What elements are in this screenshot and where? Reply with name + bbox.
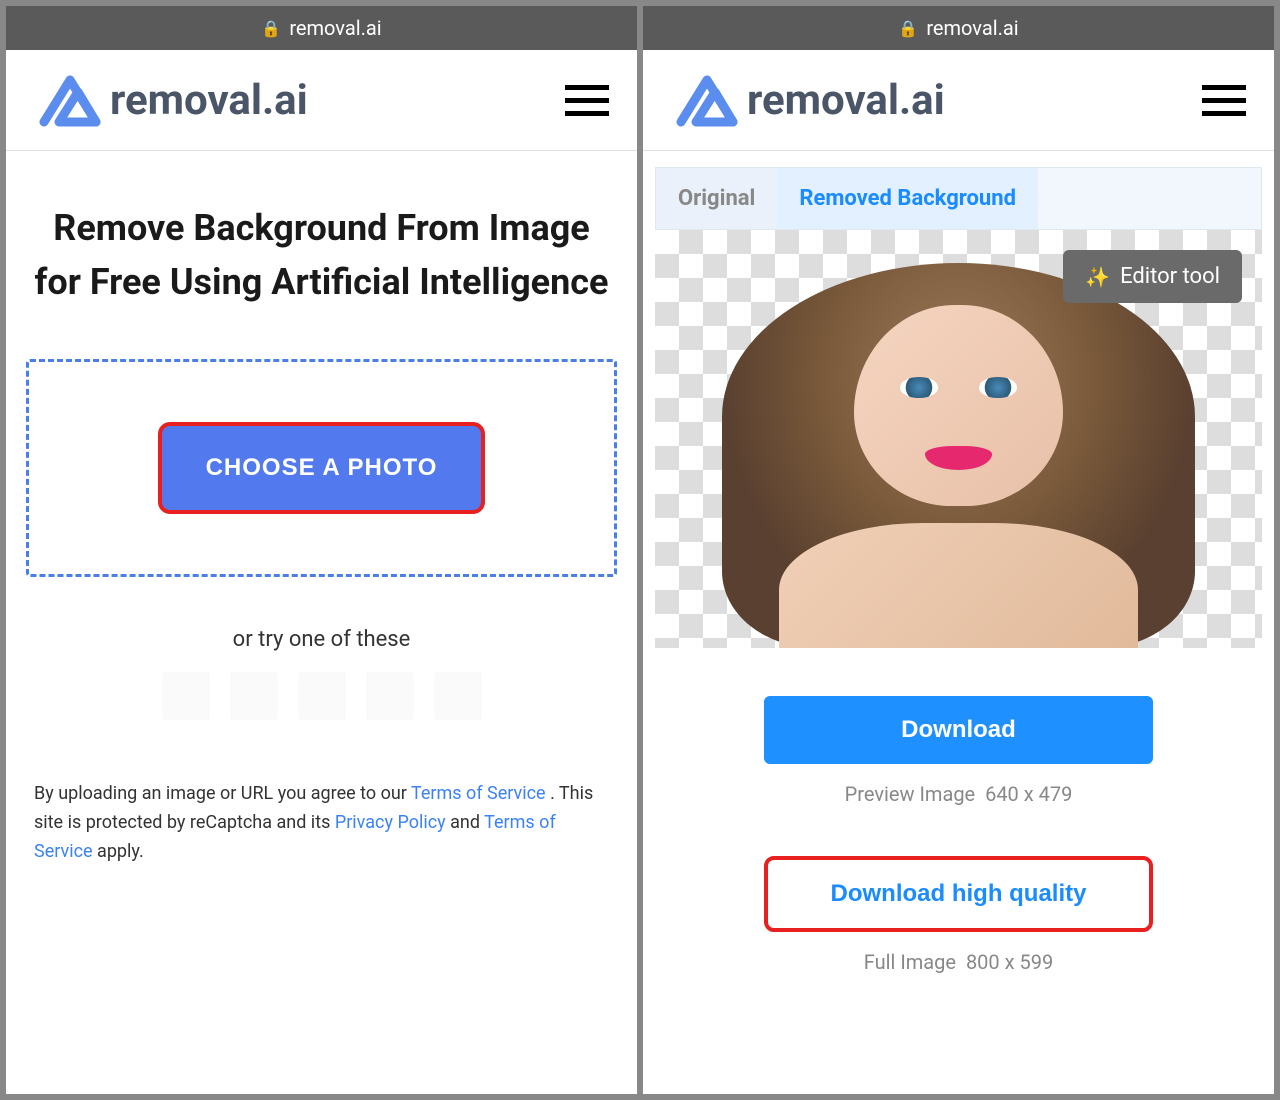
result-image: ✨ Editor tool <box>655 230 1262 648</box>
download-hq-button[interactable]: Download high quality <box>764 856 1152 932</box>
face <box>854 305 1062 506</box>
logo[interactable]: removal.ai <box>671 70 945 130</box>
hamburger-menu[interactable] <box>565 85 609 116</box>
sample-image[interactable] <box>162 672 210 720</box>
header: removal.ai <box>6 50 637 151</box>
hamburger-menu[interactable] <box>1202 85 1246 116</box>
sample-image[interactable] <box>366 672 414 720</box>
sample-image[interactable] <box>230 672 278 720</box>
main-left: Remove Background From Image for Free Us… <box>6 151 637 886</box>
eye-left <box>900 377 937 397</box>
hamburger-line <box>565 98 609 103</box>
sample-image[interactable] <box>434 672 482 720</box>
content-left: removal.ai Remove Background From Image … <box>6 50 637 1094</box>
hamburger-line <box>1202 111 1246 116</box>
preview-dim: 640 x 479 <box>985 782 1072 806</box>
hamburger-line <box>1202 85 1246 90</box>
try-one-text: or try one of these <box>26 627 617 652</box>
logo-icon <box>34 70 106 130</box>
page-heading: Remove Background From Image for Free Us… <box>26 201 617 309</box>
download-section: Download Preview Image 640 x 479 Downloa… <box>643 648 1274 1044</box>
lock-icon: 🔒 <box>261 19 281 38</box>
url-bar: 🔒 removal.ai <box>6 6 637 50</box>
privacy-link[interactable]: Privacy Policy <box>335 812 446 833</box>
content-right: removal.ai Original Removed Background <box>643 50 1274 1094</box>
footer-part1: By uploading an image or URL you agree t… <box>34 783 411 804</box>
footer-part3: and <box>446 812 484 833</box>
logo-text: removal.ai <box>747 76 945 125</box>
logo[interactable]: removal.ai <box>34 70 308 130</box>
full-dim: 800 x 599 <box>966 950 1053 974</box>
choose-photo-button[interactable]: CHOOSE A PHOTO <box>158 422 486 514</box>
tab-original[interactable]: Original <box>656 168 777 229</box>
lock-icon: 🔒 <box>898 19 918 38</box>
hamburger-line <box>565 85 609 90</box>
footer-text: By uploading an image or URL you agree t… <box>26 780 617 866</box>
preview-dimension: Preview Image 640 x 479 <box>703 782 1214 806</box>
tabs: Original Removed Background <box>655 167 1262 230</box>
dropzone[interactable]: CHOOSE A PHOTO <box>26 359 617 577</box>
hamburger-line <box>565 111 609 116</box>
sample-images <box>26 672 617 720</box>
url-text: removal.ai <box>289 16 381 40</box>
full-dimension: Full Image 800 x 599 <box>703 950 1214 974</box>
sample-image[interactable] <box>298 672 346 720</box>
preview-label: Preview Image <box>845 782 976 806</box>
logo-text: removal.ai <box>110 76 308 125</box>
magic-wand-icon: ✨ <box>1085 265 1110 289</box>
lips <box>925 446 992 470</box>
header: removal.ai <box>643 50 1274 151</box>
editor-tool-label: Editor tool <box>1120 264 1220 289</box>
tab-removed-background[interactable]: Removed Background <box>777 168 1038 229</box>
logo-icon <box>671 70 743 130</box>
footer-part4: apply. <box>93 841 144 862</box>
url-bar: 🔒 removal.ai <box>643 6 1274 50</box>
eye-right <box>979 377 1016 397</box>
download-button[interactable]: Download <box>764 696 1152 764</box>
tos-link-1[interactable]: Terms of Service <box>411 783 546 804</box>
phone-left: 🔒 removal.ai removal.ai Remove Backgroun… <box>6 6 637 1094</box>
phone-right: 🔒 removal.ai removal.ai Original Removed… <box>643 6 1274 1094</box>
main-right: Original Removed Background ✨ Editor too… <box>643 167 1274 1044</box>
url-text: removal.ai <box>926 16 1018 40</box>
editor-tool-button[interactable]: ✨ Editor tool <box>1063 250 1242 303</box>
hamburger-line <box>1202 98 1246 103</box>
full-label: Full Image <box>864 950 956 974</box>
body <box>779 523 1139 648</box>
